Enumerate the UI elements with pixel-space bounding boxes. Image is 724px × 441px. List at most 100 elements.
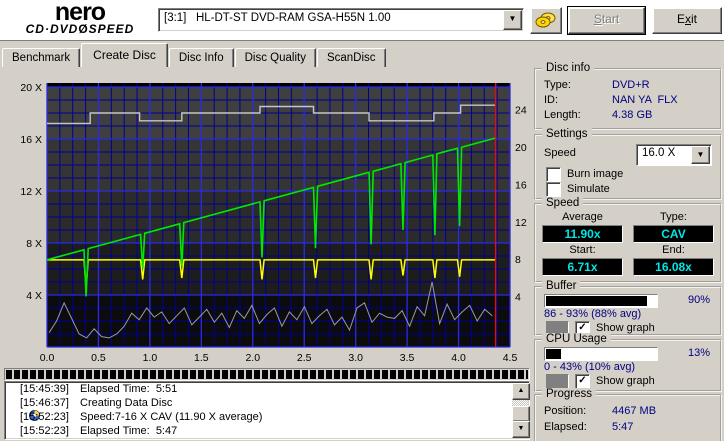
cpu-usage-group: CPU Usage 13% 0 - 43% (10% avg) ✓ Show g… (534, 333, 722, 392)
drive-select-value: [3:1] HL-DT-ST DVD-RAM GSA-H55N 1.00 (164, 12, 391, 24)
type-label: Type: (660, 211, 687, 223)
y-axis-left-tick: 8 X (26, 238, 42, 250)
cpu-usage-fill (546, 349, 561, 359)
log-text: Creating Data Disc (80, 397, 173, 409)
log-line: [15:52:23] Speed:7-16 X CAV (11.90 X ave… (5, 410, 529, 424)
event-log[interactable]: [15:45:39] Elapsed Time: 5:51 [15:46:37]… (4, 381, 530, 440)
y-axis-left-tick: 4 X (26, 290, 42, 302)
x-axis-tick: 2.0 (245, 352, 260, 364)
average-speed-display: 11.90x (542, 225, 623, 243)
y-axis-left-tick: 16 X (20, 134, 42, 146)
start-button[interactable]: Start (568, 7, 645, 34)
position-value: 4467 MB (612, 405, 657, 417)
disc-length-value: 4.38 GB (612, 109, 653, 121)
simulate-checkbox[interactable] (546, 181, 561, 197)
log-line: [15:46:37] Creating Data Disc (5, 396, 529, 421)
drive-select[interactable]: [3:1] HL-DT-ST DVD-RAM GSA-H55N 1.00 ▼ (158, 8, 524, 32)
tab-disc-info[interactable]: Disc Info (168, 48, 234, 67)
start-speed-display: 6.71x (542, 258, 623, 276)
end-label: End: (662, 244, 685, 256)
top-toolbar: nero CD·DVDØSPEED [3:1] HL-DT-ST DVD-RAM… (0, 0, 724, 41)
log-text: Elapsed Time: 5:47 (80, 425, 178, 437)
burn-image-label: Burn image (567, 167, 624, 180)
chevron-down-icon[interactable]: ▼ (503, 10, 522, 30)
log-time: [15:46:37] (20, 397, 69, 409)
log-time: [15:52:23] (20, 425, 69, 437)
nero-logo: nero CD·DVDØSPEED (6, 0, 154, 36)
log-line: [15:52:23] Elapsed Time: 5:47 (5, 424, 529, 438)
app-window: nero CD·DVDØSPEED [3:1] HL-DT-ST DVD-RAM… (0, 0, 724, 441)
buffer-range-text: 86 - 93% (88% avg) (544, 308, 642, 320)
x-axis-tick: 4.0 (451, 352, 466, 364)
position-label: Position: (544, 405, 587, 417)
write-progress-fill (6, 370, 528, 379)
cpu-percent: 13% (687, 347, 710, 359)
cpu-usage-bar (544, 347, 658, 361)
log-line: [15:45:39] Elapsed Time: 5:51 (5, 382, 529, 396)
speed-select[interactable]: 16.0 X ▼ (636, 144, 712, 166)
write-progress-bar (4, 368, 530, 381)
y-axis-right-tick: 20 (515, 142, 527, 154)
scrollbar-thumb[interactable] (512, 406, 530, 422)
log-time: [15:52:23] (20, 411, 69, 423)
cpu-graph-color-swatch[interactable] (546, 373, 569, 389)
x-axis-tick: 3.5 (400, 352, 415, 364)
x-axis-tick: 1.5 (194, 352, 209, 364)
cpu-show-graph-label: Show graph (596, 374, 655, 387)
buffer-percent: 90% (687, 294, 710, 306)
disc-type-value: DVD+R (612, 79, 650, 91)
y-axis-right-tick: 24 (515, 105, 527, 117)
progress-group: Progress Position: 4467 MB Elapsed: 5:47 (534, 388, 722, 441)
tab-create-disc[interactable]: Create Disc (81, 43, 168, 67)
x-axis-tick: 3.0 (348, 352, 363, 364)
exit-button[interactable]: Exit (652, 7, 722, 34)
cpu-show-graph-checkbox[interactable]: ✓ (575, 373, 590, 389)
y-axis-left-tick: 20 X (20, 82, 42, 94)
cpu-range-text: 0 - 43% (10% avg) (544, 361, 636, 373)
end-speed-display: 16.08x (633, 258, 714, 276)
tab-benchmark[interactable]: Benchmark (2, 48, 81, 67)
elapsed-value: 5:47 (612, 421, 634, 433)
x-axis-tick: 0.5 (91, 352, 106, 364)
tab-disc-quality[interactable]: Disc Quality (234, 48, 316, 67)
scroll-up-icon[interactable]: ▲ (512, 383, 530, 400)
tab-scandisc[interactable]: ScanDisc (316, 48, 386, 67)
group-title: Buffer (542, 280, 581, 292)
create-disc-speed-chart: 20 X 16 X 12 X 8 X 4 X 24 20 16 12 8 4 0.0 0.5 1.0 1.5… (20, 82, 527, 364)
burn-image-checkbox[interactable] (546, 166, 561, 182)
chevron-down-icon[interactable]: ▼ (691, 146, 710, 164)
group-title: Progress (542, 388, 597, 400)
scroll-down-icon[interactable]: ▼ (512, 421, 530, 438)
elapsed-label: Elapsed: (544, 421, 587, 433)
tab-bar: Benchmark Create Disc Disc Info Disc Qua… (2, 42, 387, 67)
speed-type-display: CAV (633, 225, 714, 243)
disc-id-value: NAN YA FLX (612, 94, 678, 106)
simulate-label: Simulate (567, 182, 610, 195)
log-time: [15:45:39] (20, 383, 69, 395)
group-title: Settings (542, 128, 592, 140)
disc-type-label: Type: (544, 79, 571, 91)
group-title: Disc info (542, 62, 595, 74)
buffer-level-bar (544, 294, 658, 308)
disc-icon (5, 397, 41, 421)
y-axis-right-tick: 4 (515, 292, 521, 304)
discs-icon (535, 12, 556, 28)
log-scrollbar[interactable]: ▲ ▼ (512, 383, 530, 438)
speed-group: Speed Average Type: 11.90x CAV Start: En… (534, 197, 722, 283)
group-title: Speed (542, 197, 584, 209)
x-axis-tick: 0.0 (40, 352, 55, 364)
disc-id-label: ID: (544, 94, 559, 106)
buffer-group: Buffer 90% 86 - 93% (88% avg) ✓ Show gra… (534, 280, 722, 336)
logo-text-cdvdspeed: CD·DVDØSPEED (25, 22, 135, 36)
y-axis-right-tick: 8 (515, 254, 521, 266)
buffer-level-fill (546, 296, 647, 306)
disc-tool-button[interactable] (530, 7, 562, 34)
log-text: Elapsed Time: 5:51 (80, 383, 178, 395)
disc-glyph-icon: Ø (78, 22, 89, 36)
y-axis-right-tick: 16 (515, 179, 527, 191)
x-axis-tick: 1.0 (143, 352, 158, 364)
x-axis-tick: 2.5 (297, 352, 312, 364)
speed-select-value: 16.0 X (642, 147, 676, 159)
y-axis-right-tick: 12 (515, 217, 527, 229)
x-axis-tick: 4.5 (503, 352, 518, 364)
